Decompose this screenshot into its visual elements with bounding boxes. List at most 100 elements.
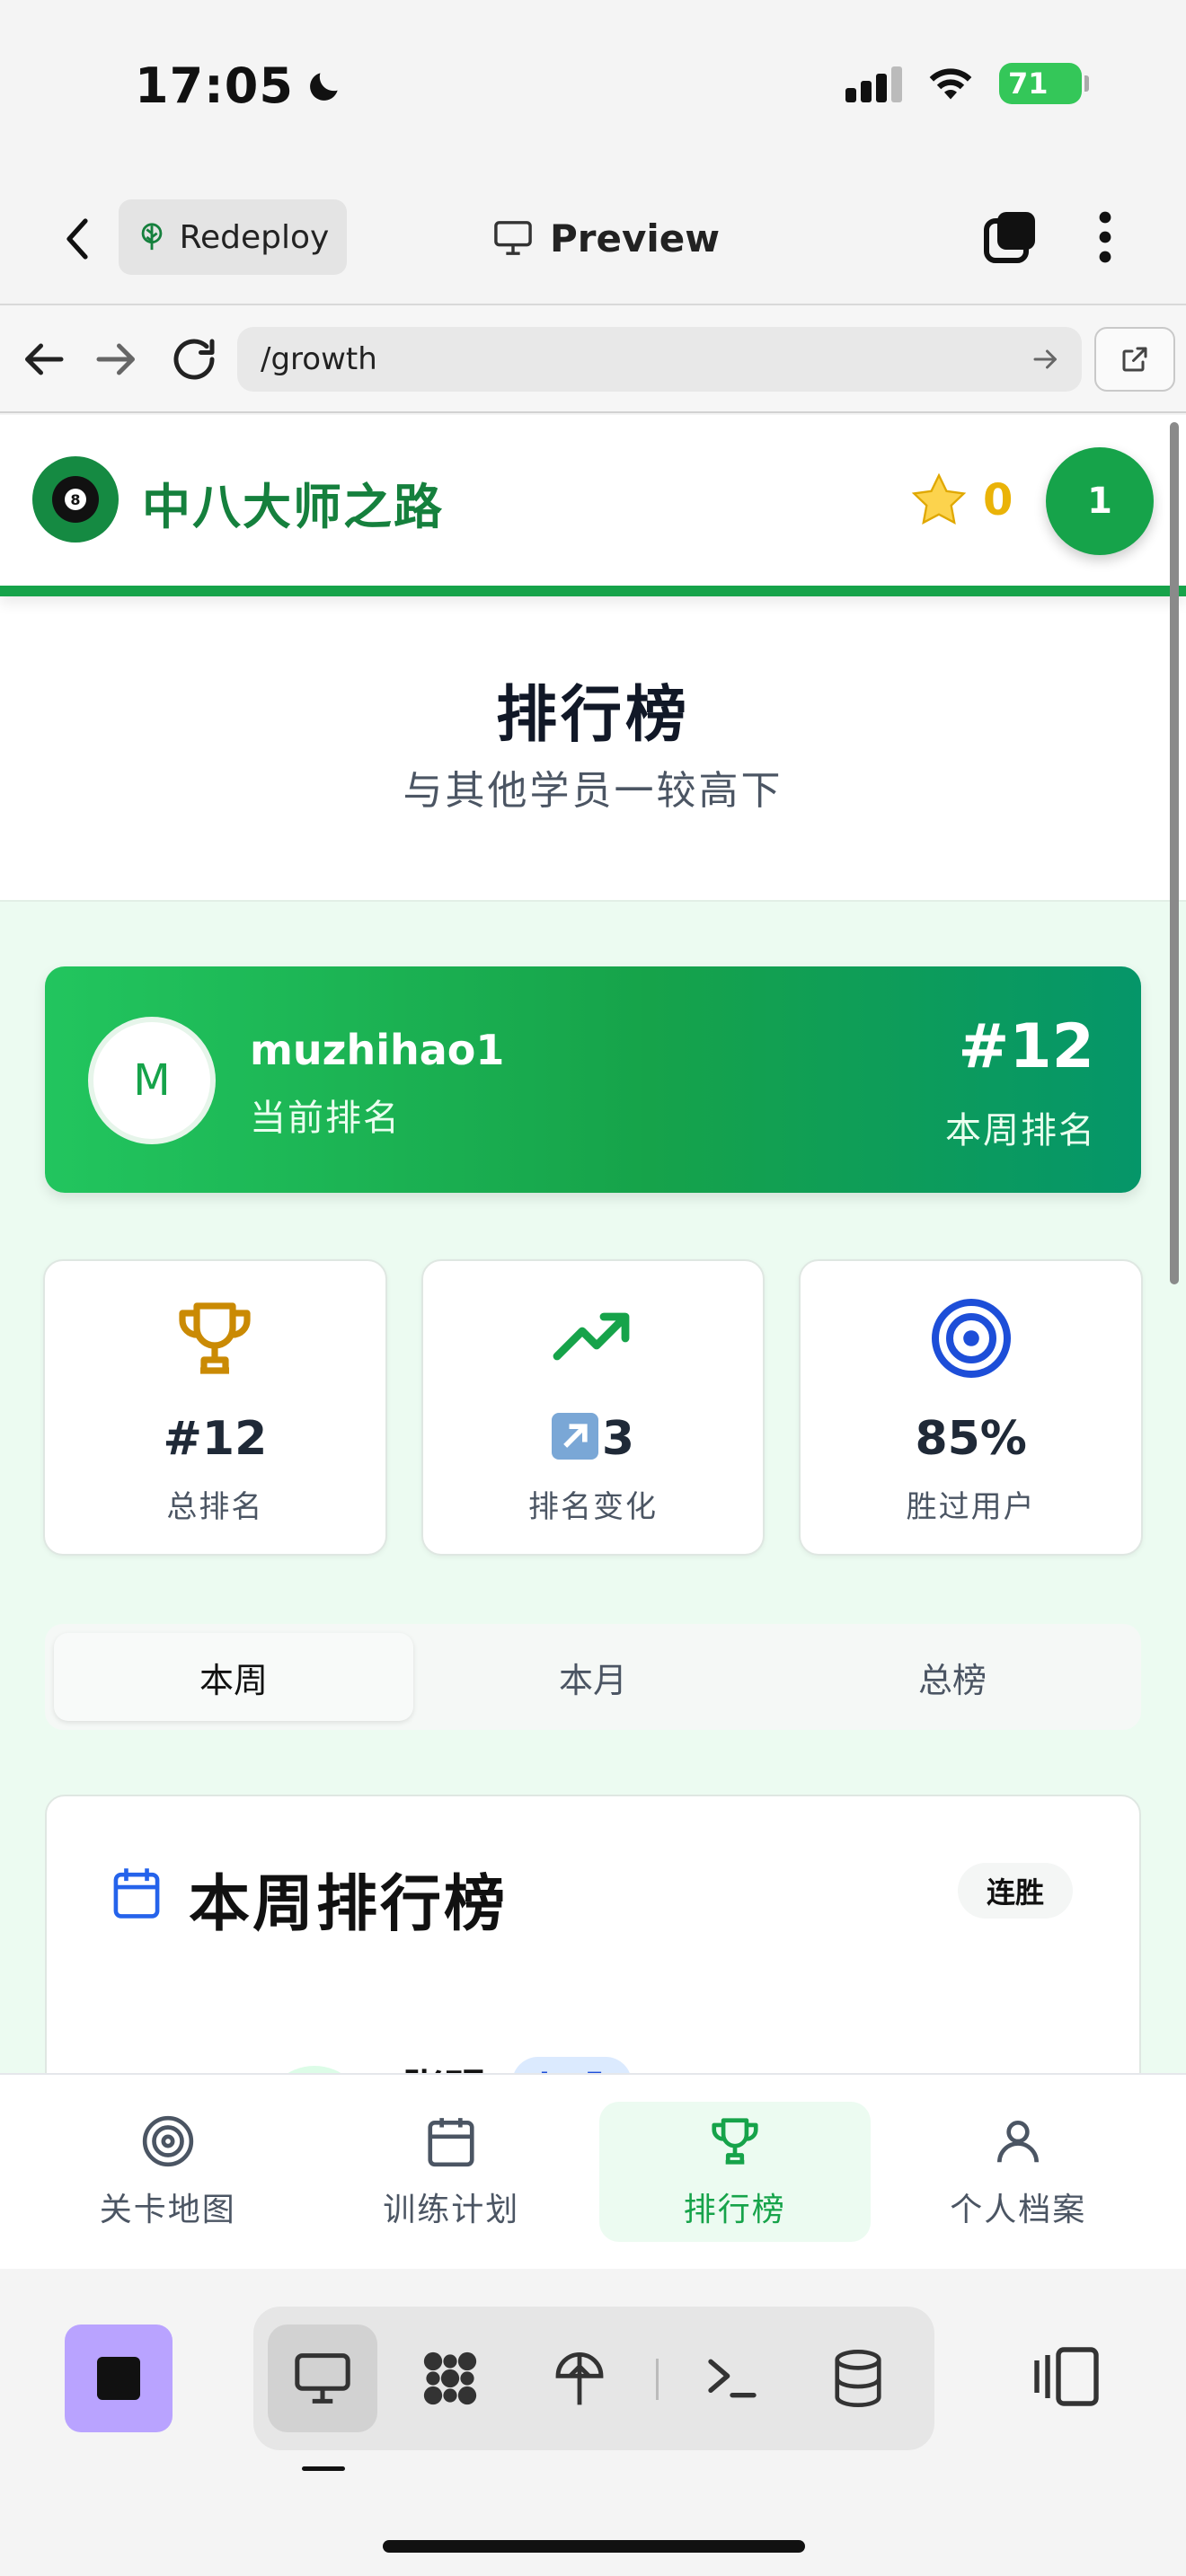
weekly-rank-label: 本周排名 (945, 1110, 1096, 1151)
page-header: 排行榜 与其他学员一较高下 (0, 596, 1186, 902)
terminal-tool-button[interactable] (677, 2325, 787, 2432)
preview-label: Preview (550, 216, 721, 260)
apps-tool-button[interactable] (395, 2325, 505, 2432)
terminal-icon (708, 2359, 757, 2398)
arrow-up-right-emoji-icon (551, 1413, 598, 1460)
moon-icon (309, 72, 338, 101)
tab-this-week[interactable]: 本周 (54, 1633, 413, 1721)
tab-all-time[interactable]: 总榜 (773, 1633, 1132, 1721)
star-counter: 0 (907, 469, 1013, 532)
stats-row: #12 总排名 3 排名变化 85% 胜过用户 (43, 1259, 1144, 1556)
preview-title[interactable]: Preview (492, 207, 720, 269)
cellular-signal-icon (845, 65, 902, 102)
trophy-icon (179, 1302, 251, 1374)
stat-card-total-rank: #12 总排名 (43, 1259, 387, 1556)
status-icons: 71 (845, 63, 1089, 104)
status-bar: 17:05 71 (0, 0, 1186, 171)
time-text: 17:05 (135, 57, 294, 114)
database-tool-button[interactable] (803, 2325, 913, 2432)
stat-value: 85% (915, 1412, 1027, 1466)
tab-this-month[interactable]: 本月 (413, 1633, 773, 1721)
star-icon (911, 472, 967, 525)
go-arrow-icon[interactable] (1030, 343, 1062, 375)
web-content: 8 中八大师之路 0 1 排行榜 与其他学员一较高下 M muzhihao1 当… (0, 415, 1186, 2073)
open-external-button[interactable] (1094, 327, 1175, 392)
stat-value: 3 (423, 1412, 764, 1466)
leaderboard-title: 本周排行榜 (189, 1869, 509, 1940)
home-indicator[interactable] (383, 2540, 805, 2553)
level-pill: Lv.5 (512, 2057, 633, 2073)
preview-tool-button[interactable] (268, 2325, 377, 2432)
user-icon (997, 2121, 1040, 2163)
browser-back-icon[interactable] (16, 332, 70, 386)
nav-item-profile[interactable]: 个人档案 (883, 2102, 1155, 2242)
browser-forward-icon[interactable] (90, 332, 144, 386)
stat-value: #12 (163, 1412, 268, 1466)
toolbar-divider (656, 2359, 659, 2400)
redeploy-button[interactable]: Redeploy (119, 199, 347, 275)
username: muzhihao1 (250, 1026, 505, 1074)
nav-item-training-plan[interactable]: 训练计划 (316, 2102, 588, 2242)
leaderboard-card: 本周排行榜 连胜 张 张明 Lv.5 (45, 1795, 1141, 2073)
panel-layout-icon[interactable] (1031, 2342, 1102, 2411)
tabs-switcher-icon[interactable] (981, 208, 1039, 266)
deploy-tool-button[interactable] (525, 2325, 634, 2432)
monitor-icon (494, 221, 532, 255)
avatar: M (88, 1017, 216, 1144)
wifi-icon (929, 68, 972, 100)
nav-label: 训练计划 (383, 2192, 520, 2228)
stat-label: 排名变化 (528, 1489, 658, 1525)
calendar-icon (113, 1868, 160, 1919)
my-rank-card: M muzhihao1 当前排名 #12 本周排名 (45, 966, 1141, 1193)
database-icon (835, 2349, 881, 2408)
stat-card-rank-change: 3 排名变化 (420, 1259, 766, 1556)
ide-top-bar: Redeploy Preview (0, 171, 1186, 305)
nav-label: 个人档案 (950, 2192, 1087, 2228)
stat-label: 胜过用户 (906, 1489, 1036, 1525)
reload-icon[interactable] (167, 332, 221, 386)
stop-icon (97, 2357, 140, 2400)
streak-badge[interactable]: 连胜 (957, 1863, 1073, 1919)
rank-change-value: 3 (601, 1412, 635, 1466)
page-subtitle: 与其他学员一较高下 (403, 768, 783, 814)
app-header: 8 中八大师之路 0 1 (0, 415, 1186, 596)
battery-level: 71 (1008, 66, 1049, 101)
stop-button[interactable] (65, 2325, 173, 2432)
billiard-ball-logo-icon: 8 (32, 456, 119, 543)
target-icon (142, 2115, 193, 2167)
page-title: 排行榜 (495, 680, 690, 751)
url-text: /growth (261, 341, 377, 377)
url-input[interactable]: /growth (237, 327, 1082, 392)
nav-item-leaderboard[interactable]: 排行榜 (599, 2102, 871, 2242)
nav-item-level-map[interactable]: 关卡地图 (32, 2102, 304, 2242)
ide-bottom-toolbar (0, 2269, 1186, 2576)
deploy-tree-icon (555, 2352, 604, 2405)
current-rank-label: 当前排名 (250, 1098, 401, 1139)
period-segmented-control: 本周 本月 总榜 (45, 1624, 1141, 1730)
trophy-icon (712, 2118, 758, 2165)
app-title: 中八大师之路 (142, 479, 444, 535)
leaderboard-row-name: 张明 (403, 2057, 485, 2073)
tool-group (253, 2307, 934, 2450)
trending-up-icon (553, 1312, 630, 1361)
target-icon (931, 1299, 1011, 1378)
back-chevron-icon[interactable] (56, 212, 101, 266)
nav-label: 排行榜 (683, 2192, 786, 2228)
battery-indicator: 71 (999, 63, 1089, 104)
stat-card-beat-users: 85% 胜过用户 (799, 1259, 1144, 1556)
external-link-icon (1122, 347, 1147, 372)
active-tool-indicator (302, 2466, 345, 2471)
page-scrollbar[interactable] (1170, 422, 1179, 1284)
deploy-tree-icon (141, 223, 162, 251)
bottom-navigation: 关卡地图 训练计划 排行榜 个人档案 (0, 2073, 1186, 2269)
level-badge[interactable]: 1 (1046, 447, 1154, 555)
status-time: 17:05 (135, 57, 344, 114)
redeploy-label: Redeploy (179, 218, 330, 256)
more-options-icon[interactable] (1087, 208, 1123, 266)
weekly-rank-value: #12 (958, 1011, 1094, 1082)
puzzle-grid-icon (423, 2351, 477, 2405)
calendar-icon (428, 2118, 474, 2167)
avatar: 张 (262, 2066, 367, 2073)
browser-url-bar: /growth (0, 305, 1186, 413)
monitor-icon (295, 2353, 350, 2404)
